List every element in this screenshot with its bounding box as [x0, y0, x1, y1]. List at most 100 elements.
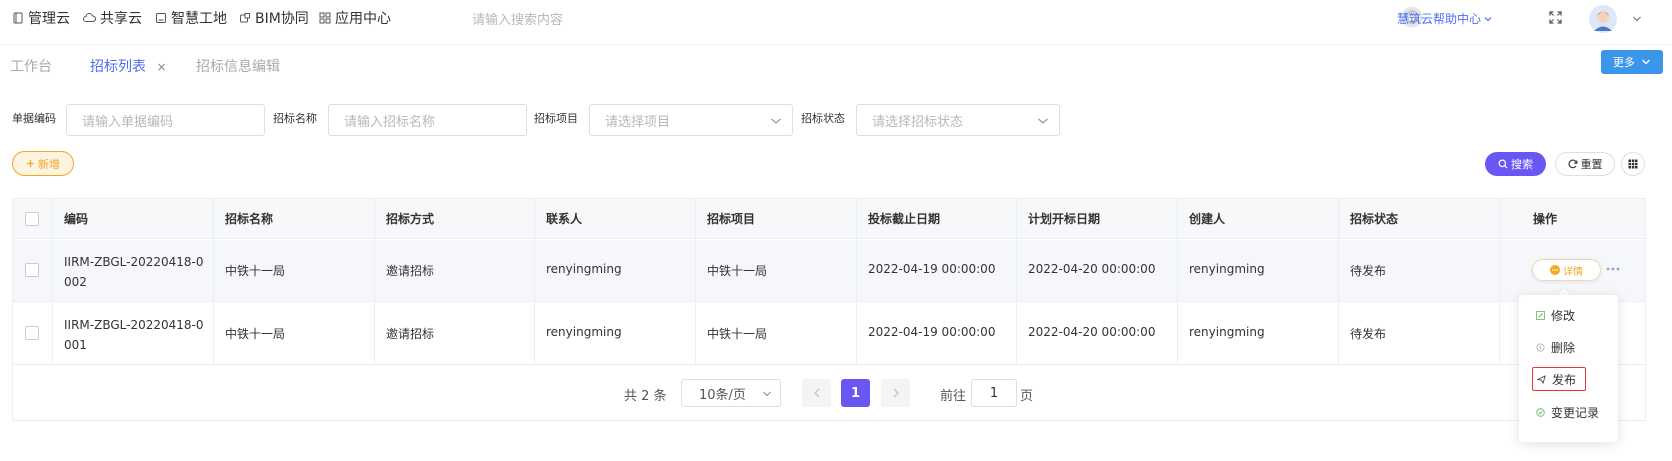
cell-code: IIRM-ZBGL-20220418-0 002 [64, 252, 204, 292]
page-size-select[interactable]: 10条/页 [681, 379, 781, 407]
search-label: 搜索 [1511, 158, 1533, 171]
column-divider [534, 199, 535, 364]
bid-name-input[interactable]: 请输入招标名称 [328, 104, 527, 136]
col-status: 招标状态 [1350, 212, 1399, 226]
tab-bid-edit[interactable]: 招标信息编辑 [196, 56, 280, 76]
row-actions-menu: 修改 删除 发布 变更记录 [1519, 295, 1618, 442]
cell-name: 中铁十一局 [225, 264, 286, 278]
goto-page-input[interactable]: 1 [971, 379, 1017, 407]
tabs-bar: 工作台 招标列表 × 招标信息编辑 更多 [0, 44, 1672, 84]
chevron-down-icon [763, 391, 771, 397]
grid-icon [1628, 159, 1638, 169]
menu-item-history[interactable]: 变更记录 [1519, 400, 1618, 424]
cell-contact: renyingming [546, 262, 622, 276]
chevron-down-icon [771, 118, 781, 124]
cell-code-line: 001 [64, 338, 87, 352]
reset-label: 重置 [1580, 158, 1603, 171]
fullscreen-icon[interactable] [1549, 11, 1562, 24]
chevron-down-icon [1642, 59, 1650, 65]
cell-creator: renyingming [1189, 325, 1265, 339]
code-input[interactable]: 请输入单据编码 [66, 104, 265, 136]
chevron-left-icon [813, 388, 819, 398]
nav-item-yingyong[interactable]: 应用中心 [319, 8, 391, 28]
cell-code-line: IIRM-ZBGL-20220418-0 [64, 318, 204, 332]
global-search-input[interactable]: 请输入搜索内容 [472, 9, 563, 28]
menu-item-delete[interactable]: 删除 [1519, 335, 1618, 359]
cell-status: 待发布 [1350, 327, 1387, 341]
detail-button[interactable]: 详情 [1532, 259, 1601, 281]
menu-item-edit[interactable]: 修改 [1519, 303, 1618, 327]
row-more-icon[interactable] [1606, 266, 1620, 272]
reset-button[interactable]: 重置 [1555, 152, 1615, 176]
cell-code-line: 002 [64, 275, 87, 289]
page-button-current[interactable]: 1 [841, 379, 870, 407]
cell-open-date: 2022-04-20 00:00:00 [1028, 325, 1156, 339]
more-button[interactable]: 更多 [1601, 50, 1663, 74]
row-checkbox[interactable] [25, 263, 39, 277]
menu-item-label: 删除 [1551, 340, 1576, 355]
column-divider [213, 199, 214, 364]
chevron-right-icon [893, 388, 899, 398]
col-creator: 创建人 [1189, 212, 1226, 226]
page-size-value: 10条/页 [699, 387, 746, 403]
column-divider [856, 199, 857, 364]
column-divider [52, 199, 53, 364]
project-select[interactable]: 请选择项目 [589, 104, 793, 136]
nav-item-guanli[interactable]: 管理云 [12, 8, 70, 28]
tab-label: 招标列表 [90, 59, 146, 75]
more-label: 更多 [1613, 56, 1635, 69]
col-code: 编码 [64, 212, 89, 226]
col-open-date: 计划开标日期 [1028, 212, 1101, 226]
column-divider [695, 199, 696, 364]
tab-bid-list[interactable]: 招标列表 × [90, 56, 167, 76]
nav-item-zhihui[interactable]: 智慧工地 [155, 8, 227, 28]
apps-grid-icon [319, 12, 331, 24]
menu-item-publish[interactable]: 发布 [1532, 367, 1586, 391]
cell-project: 中铁十一局 [707, 327, 768, 341]
menu-item-label: 修改 [1551, 308, 1576, 323]
col-contact: 联系人 [546, 212, 583, 226]
nav-item-label: 应用中心 [335, 11, 391, 27]
tab-workbench[interactable]: 工作台 [10, 56, 52, 76]
cloud-icon [83, 12, 96, 22]
project-select-placeholder: 请选择项目 [605, 114, 671, 130]
page-unit-label: 页 [1020, 389, 1034, 404]
menu-item-label: 变更记录 [1551, 405, 1600, 420]
chevron-down-icon [1038, 118, 1048, 124]
delete-icon [1536, 343, 1545, 351]
filter-project-label: 招标项目 [534, 112, 578, 125]
help-center-link[interactable]: 慧筑云帮助中心 [1397, 10, 1493, 27]
column-settings-button[interactable] [1621, 152, 1645, 176]
user-menu-chevron-icon[interactable] [1632, 15, 1642, 23]
cell-open-date: 2022-04-20 00:00:00 [1028, 262, 1156, 276]
avatar[interactable] [1589, 5, 1617, 33]
nav-item-bim[interactable]: BIM协同 [239, 8, 309, 28]
cell-code: IIRM-ZBGL-20220418-0 001 [64, 315, 204, 355]
search-icon [1498, 159, 1508, 169]
cell-code-line: IIRM-ZBGL-20220418-0 [64, 255, 204, 269]
column-divider [1177, 199, 1178, 364]
cube-icon [240, 13, 250, 23]
search-button[interactable]: 搜索 [1485, 152, 1546, 176]
monitor-icon [156, 13, 166, 23]
table-row: IIRM-ZBGL-20220418-0 002 中铁十一局 邀请招标 reny… [13, 240, 1645, 302]
next-page-button[interactable] [881, 379, 910, 407]
send-icon [1537, 374, 1546, 384]
tab-close-icon[interactable]: × [156, 60, 166, 74]
history-icon [1536, 407, 1545, 417]
add-button[interactable]: 新增 [12, 151, 74, 176]
goto-label: 前往 [940, 389, 967, 404]
cell-name: 中铁十一局 [225, 327, 286, 341]
nav-item-gongxiang[interactable]: 共享云 [83, 8, 142, 28]
prev-page-button[interactable] [802, 379, 831, 407]
cell-status: 待发布 [1350, 264, 1387, 278]
col-name: 招标名称 [225, 212, 274, 226]
column-divider [374, 199, 375, 364]
select-all-checkbox[interactable] [25, 212, 39, 226]
column-divider [1338, 199, 1339, 364]
filter-code-label: 单据编码 [12, 112, 56, 125]
row-checkbox[interactable] [25, 326, 39, 340]
plus-icon [27, 160, 34, 167]
nav-item-label: 管理云 [28, 11, 70, 27]
status-select[interactable]: 请选择招标状态 [856, 104, 1060, 136]
